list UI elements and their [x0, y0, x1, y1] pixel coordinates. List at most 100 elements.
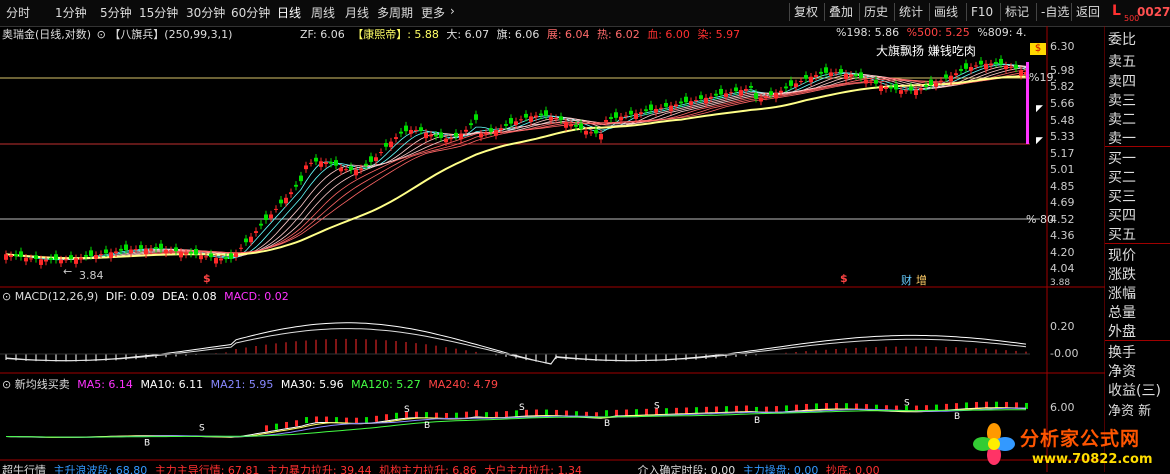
candle-body [964, 63, 968, 69]
candle-body [219, 258, 223, 261]
ma-bar [635, 409, 638, 416]
candle-body [1019, 70, 1023, 76]
ma-bar [305, 417, 308, 424]
ribbon-lines [5, 63, 1027, 261]
candle-body [499, 128, 503, 130]
ma-bar [535, 409, 538, 416]
candle-body [254, 231, 258, 233]
bottom-item-1: 主升浪波段: 68.80 [53, 464, 148, 474]
candle-body [869, 81, 873, 83]
candle-body [364, 163, 368, 166]
candle-body [594, 129, 598, 134]
ribbon-line [5, 71, 1027, 259]
candle-body [144, 248, 148, 255]
candle-body [49, 257, 53, 260]
candle-body [469, 123, 473, 126]
candle-body [979, 60, 983, 65]
ma-bar [665, 408, 668, 415]
kline-chart[interactable]: B S S B S B S B S B [0, 0, 1105, 472]
candle-body [4, 254, 8, 260]
ma-bar [725, 406, 728, 413]
ma-bar [1005, 401, 1008, 408]
bottom-item-2: 主力主导行情: 67.81 [154, 464, 260, 474]
ma-bar [275, 423, 278, 430]
macd-name[interactable]: MACD(12,26,9) [15, 290, 99, 303]
ma-name[interactable]: 新均线买卖 [15, 378, 70, 391]
candle-body [309, 162, 313, 164]
candle-body [689, 101, 693, 105]
finance-marker[interactable]: 财 [901, 272, 912, 288]
ma-bar [845, 403, 848, 410]
ma-bar [555, 409, 558, 416]
candle-body [409, 129, 413, 134]
buy-mark: B [754, 416, 760, 426]
candle-body [539, 113, 543, 116]
candle-body [579, 123, 583, 129]
candle-body [249, 236, 253, 243]
candle-body [389, 141, 393, 148]
dividend-marker-2[interactable]: $ [840, 272, 848, 285]
ma-collapse-icon[interactable]: ⊙ [2, 378, 11, 391]
candle-body [179, 251, 183, 258]
ma10-value: MA10: 6.11 [140, 378, 204, 391]
candle-body [849, 74, 853, 77]
candle-body [509, 118, 513, 124]
bottom-indicator-title: 超牛行情 主升浪波段: 68.80 主力主导行情: 67.81 主力暴力拉升: … [2, 462, 880, 474]
ma-bar [735, 405, 738, 412]
candle-body [614, 112, 618, 118]
ob-buy3: 买三 [1108, 189, 1136, 205]
candle-body [114, 251, 118, 254]
candle-body [234, 253, 238, 258]
increase-marker[interactable]: 增 [916, 272, 927, 288]
candle-body [814, 75, 818, 77]
ma120-value: MA120: 5.27 [351, 378, 421, 391]
ob-netasset: 净资 [1108, 364, 1136, 380]
dollar-flag-icon: $ [1030, 43, 1046, 55]
dividend-marker-1[interactable]: $ [203, 272, 211, 285]
ma-bar [465, 411, 468, 418]
ma-bar [965, 402, 968, 409]
candle-body [959, 69, 963, 71]
candle-body [874, 79, 878, 84]
macd-dif: DIF: 0.09 [105, 290, 155, 303]
ma-bar [375, 415, 378, 422]
candle-body [564, 122, 568, 128]
candle-body [684, 96, 688, 103]
price-tick: 5.98 [1050, 64, 1075, 77]
price-tick: 6.30 [1050, 40, 1075, 53]
candle-body [619, 116, 623, 121]
ob-outer: 外盘 [1108, 324, 1136, 340]
candle-body [169, 250, 173, 252]
ma-bar [745, 405, 748, 412]
ob-earnings: 收益(三) [1108, 383, 1161, 399]
buy-mark: B [604, 419, 610, 429]
candle-body [824, 67, 828, 73]
candle-body [209, 253, 213, 258]
ob-sell2: 卖二 [1108, 112, 1136, 128]
candle-body [529, 116, 533, 122]
ma-bar [805, 403, 808, 410]
candle-body [549, 116, 553, 121]
macd-collapse-icon[interactable]: ⊙ [2, 290, 11, 303]
candle-body [164, 249, 168, 254]
bottom-indicator-name[interactable]: 超牛行情 [2, 464, 46, 474]
price-tick: 4.04 [1050, 262, 1075, 275]
candle-body [79, 257, 83, 260]
bottom-item-3: 主力暴力拉升: 39.44 [266, 464, 372, 474]
candle-body [294, 184, 298, 187]
candle-body [759, 97, 763, 102]
candle-body [779, 90, 783, 93]
candle-body [974, 65, 978, 67]
candle-body [704, 97, 708, 104]
candle-body [94, 255, 98, 259]
candle-body [809, 76, 813, 83]
price-tick: 5.82 [1050, 80, 1075, 93]
candle-body [589, 132, 593, 134]
price-tick: 5.17 [1050, 147, 1075, 160]
buy-mark: B [144, 439, 150, 449]
macd-title: ⊙ MACD(12,26,9) DIF: 0.09 DEA: 0.08 MACD… [2, 290, 289, 303]
candle-body [609, 117, 613, 119]
candle-body [84, 254, 88, 257]
candle-body [119, 248, 123, 251]
ma-bar [495, 411, 498, 418]
